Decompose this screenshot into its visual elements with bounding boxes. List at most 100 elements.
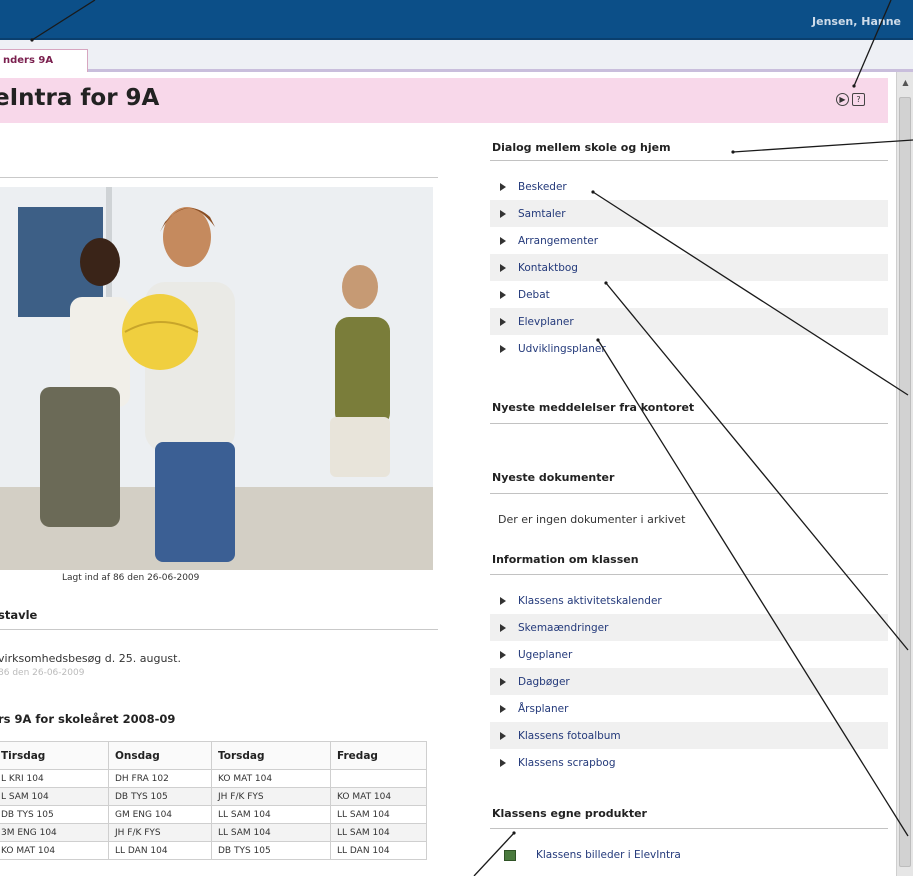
- schedule-cell: GM ENG 104: [108, 805, 212, 824]
- documents-empty-text: Der er ingen dokumenter i arkivet: [498, 513, 686, 526]
- link-label[interactable]: Elevplaner: [518, 316, 574, 328]
- schedule-row: L KRI 104 DH FRA 102 KO MAT 104: [0, 769, 427, 788]
- dialog-section-title: Dialog mellem skole og hjem: [492, 141, 671, 154]
- schedule-header: Torsdag: [211, 741, 331, 770]
- divider: [490, 160, 888, 161]
- schedule-title: rs 9A for skoleåret 2008-09: [0, 712, 176, 726]
- help-icon[interactable]: ?: [852, 93, 865, 106]
- link-aarsplaner[interactable]: Årsplaner: [490, 695, 888, 722]
- link-label[interactable]: Samtaler: [518, 208, 566, 220]
- link-label[interactable]: Klassens scrapbog: [518, 757, 616, 769]
- documents-title: Nyeste dokumenter: [492, 471, 615, 484]
- schedule-cell: DB TYS 105: [108, 787, 212, 806]
- schedule-cell: KO MAT 104: [211, 769, 331, 788]
- photo-caption: Lagt ind af 86 den 26-06-2009: [62, 573, 200, 583]
- link-fotoalbum[interactable]: Klassens fotoalbum: [490, 722, 888, 749]
- bullet-arrow-icon: [500, 623, 506, 632]
- link-label[interactable]: Ugeplaner: [518, 649, 572, 661]
- schedule-cell: L SAM 104: [0, 787, 109, 806]
- divider: [490, 493, 888, 494]
- link-arrangementer[interactable]: Arrangementer: [490, 227, 888, 254]
- bullet-arrow-icon: [500, 758, 506, 767]
- divider: [490, 423, 888, 424]
- dialog-link-list: Beskeder Samtaler Arrangementer Kontaktb…: [490, 173, 888, 362]
- bullet-arrow-icon: [500, 344, 506, 353]
- schedule-cell: LL SAM 104: [330, 805, 427, 824]
- schedule-row: KO MAT 104 LL DAN 104 DB TYS 105 LL DAN …: [0, 841, 427, 860]
- news-item-text[interactable]: virksomhedsbesøg d. 25. august.: [0, 652, 181, 665]
- link-beskeder[interactable]: Beskeder: [490, 173, 888, 200]
- news-item-meta: 86 den 26-06-2009: [0, 668, 85, 678]
- schedule-cell: DH FRA 102: [108, 769, 212, 788]
- schedule-header: Tirsdag: [0, 741, 109, 770]
- schedule-cell: LL SAM 104: [330, 823, 427, 842]
- link-debat[interactable]: Debat: [490, 281, 888, 308]
- link-label[interactable]: Årsplaner: [518, 703, 568, 715]
- schedule-cell: LL SAM 104: [211, 805, 331, 824]
- link-label[interactable]: Beskeder: [518, 181, 567, 193]
- bullet-arrow-icon: [500, 290, 506, 299]
- link-dagboeger[interactable]: Dagbøger: [490, 668, 888, 695]
- schedule-row: L SAM 104 DB TYS 105 JH F/K FYS KO MAT 1…: [0, 787, 427, 806]
- schedule-cell: DB TYS 105: [0, 805, 109, 824]
- link-label[interactable]: Debat: [518, 289, 550, 301]
- bullet-arrow-icon: [500, 236, 506, 245]
- news-board-title: stavle: [0, 608, 38, 622]
- divider: [0, 177, 438, 178]
- schedule-cell: 3M ENG 104: [0, 823, 109, 842]
- scroll-thumb[interactable]: [899, 97, 911, 867]
- schedule-cell: KO MAT 104: [0, 841, 109, 860]
- vertical-scrollbar[interactable]: ▲: [896, 72, 913, 876]
- schedule-header: Fredag: [330, 741, 427, 770]
- link-label[interactable]: Arrangementer: [518, 235, 598, 247]
- link-label[interactable]: Klassens fotoalbum: [518, 730, 621, 742]
- schedule-cell: L KRI 104: [0, 769, 109, 788]
- link-ugeplaner[interactable]: Ugeplaner: [490, 641, 888, 668]
- bullet-arrow-icon: [500, 317, 506, 326]
- tab-class-9a[interactable]: nders 9A: [0, 49, 88, 72]
- schedule-cell: [330, 769, 427, 788]
- link-skemaaendringer[interactable]: Skemaændringer: [490, 614, 888, 641]
- link-kontaktbog[interactable]: Kontaktbog: [490, 254, 888, 281]
- link-label[interactable]: Klassens aktivitetskalender: [518, 595, 662, 607]
- bullet-arrow-icon: [500, 677, 506, 686]
- bullet-arrow-icon: [500, 704, 506, 713]
- office-news-title: Nyeste meddelelser fra kontoret: [492, 401, 695, 414]
- link-elevplaner[interactable]: Elevplaner: [490, 308, 888, 335]
- title-band: eIntra for 9A ▶ ?: [0, 78, 888, 123]
- bullet-arrow-icon: [500, 731, 506, 740]
- top-bar: Jensen, Hanne: [0, 0, 913, 40]
- link-label[interactable]: Skemaændringer: [518, 622, 608, 634]
- schedule-table: Tirsdag Onsdag Torsdag Fredag L KRI 104 …: [0, 741, 427, 860]
- schedule-row: 3M ENG 104 JH F/K FYS LL SAM 104 LL SAM …: [0, 823, 427, 842]
- divider: [0, 629, 438, 630]
- page-title: eIntra for 9A: [0, 85, 160, 111]
- schedule-header: Onsdag: [108, 741, 212, 770]
- class-photo-illustration: [0, 187, 433, 570]
- link-aktivitetskalender[interactable]: Klassens aktivitetskalender: [490, 587, 888, 614]
- bullet-arrow-icon: [500, 182, 506, 191]
- picture-thumbnail-icon: [504, 849, 516, 861]
- scroll-up-arrow-icon[interactable]: ▲: [900, 78, 911, 89]
- bullet-arrow-icon: [500, 650, 506, 659]
- link-samtaler[interactable]: Samtaler: [490, 200, 888, 227]
- schedule-cell: JH F/K FYS: [211, 787, 331, 806]
- link-udviklingsplaner[interactable]: Udviklingsplaner: [490, 335, 888, 362]
- divider: [490, 828, 888, 829]
- class-products-title: Klassens egne produkter: [492, 807, 647, 820]
- play-icon[interactable]: ▶: [836, 93, 849, 106]
- bullet-arrow-icon: [500, 263, 506, 272]
- tab-bar: nders 9A: [0, 40, 913, 72]
- bullet-arrow-icon: [500, 596, 506, 605]
- schedule-cell: LL SAM 104: [211, 823, 331, 842]
- user-name[interactable]: Jensen, Hanne: [812, 15, 901, 28]
- link-scrapbog[interactable]: Klassens scrapbog: [490, 749, 888, 776]
- link-label[interactable]: Klassens billeder i ElevIntra: [536, 849, 681, 861]
- schedule-cell: LL DAN 104: [108, 841, 212, 860]
- schedule-row: DB TYS 105 GM ENG 104 LL SAM 104 LL SAM …: [0, 805, 427, 824]
- link-label[interactable]: Udviklingsplaner: [518, 343, 606, 355]
- link-label[interactable]: Dagbøger: [518, 676, 570, 688]
- bullet-arrow-icon: [500, 209, 506, 218]
- link-class-pictures[interactable]: Klassens billeder i ElevIntra: [490, 841, 888, 869]
- link-label[interactable]: Kontaktbog: [518, 262, 578, 274]
